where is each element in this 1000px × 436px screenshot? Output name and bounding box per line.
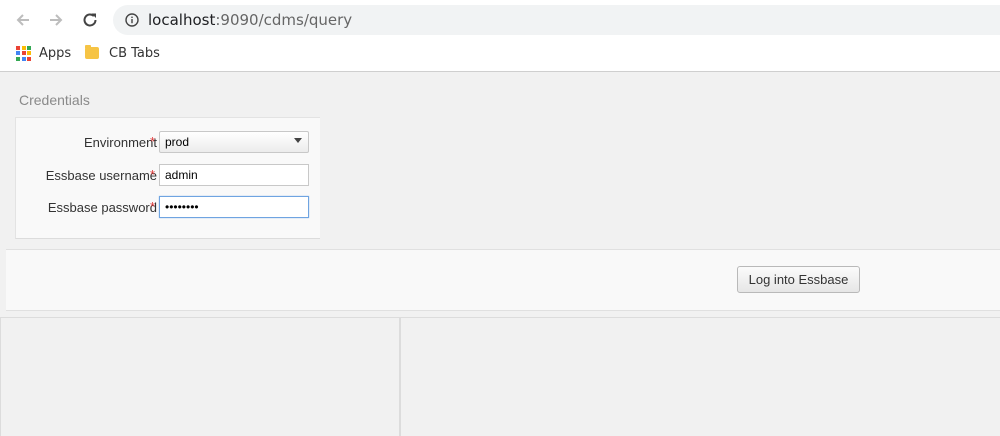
log-into-essbase-button[interactable]: Log into Essbase: [737, 266, 860, 293]
credentials-form: Environment * prod Essbase username * ad…: [15, 117, 320, 239]
required-marker: *: [150, 199, 156, 214]
credentials-title: Credentials: [19, 92, 90, 108]
username-value: admin: [165, 168, 198, 182]
url-host: localhost: [148, 11, 216, 29]
forward-button[interactable]: [44, 8, 68, 32]
bookmarks-bar: Apps CB Tabs: [0, 40, 1000, 66]
bookmark-label: Apps: [39, 45, 72, 61]
password-label: Essbase password: [47, 200, 157, 215]
info-icon[interactable]: [125, 13, 139, 27]
left-panel: [0, 317, 400, 436]
arrow-left-icon: [16, 14, 29, 26]
environment-value: prod: [165, 135, 190, 149]
username-label: Essbase username: [45, 168, 157, 183]
back-button[interactable]: [11, 8, 35, 32]
folder-icon: [85, 45, 99, 59]
bookmark-apps[interactable]: Apps: [16, 42, 71, 64]
url-text[interactable]: localhost:9090/cdms/query: [148, 11, 352, 29]
username-row: Essbase username * admin: [16, 164, 320, 188]
action-bar: Log into Essbase: [6, 249, 1000, 311]
username-input[interactable]: admin: [159, 164, 309, 186]
password-input[interactable]: ••••••••: [159, 196, 309, 218]
arrow-right-icon: [50, 14, 63, 26]
bookmark-label: CB Tabs: [109, 45, 160, 61]
environment-row: Environment * prod: [16, 131, 320, 155]
reload-button[interactable]: [78, 8, 102, 32]
dropdown-arrow-icon: [294, 138, 302, 143]
password-value: ••••••••: [165, 200, 199, 214]
right-panel: [400, 317, 1000, 436]
required-marker: *: [150, 134, 156, 149]
page-content: Credentials Environment * prod Essbase u…: [0, 72, 1000, 436]
bookmark-cb-tabs[interactable]: CB Tabs: [85, 42, 160, 64]
required-marker: *: [150, 167, 156, 182]
apps-grid-icon: [16, 45, 31, 61]
address-bar[interactable]: localhost:9090/cdms/query: [113, 5, 1000, 35]
environment-label: Environment: [84, 135, 157, 150]
password-row: Essbase password * ••••••••: [16, 196, 320, 220]
browser-chrome: localhost:9090/cdms/query Apps CB Tabs: [0, 0, 1000, 72]
environment-select[interactable]: prod: [159, 131, 309, 153]
url-path: :9090/cdms/query: [215, 11, 353, 29]
reload-icon: [83, 13, 97, 27]
